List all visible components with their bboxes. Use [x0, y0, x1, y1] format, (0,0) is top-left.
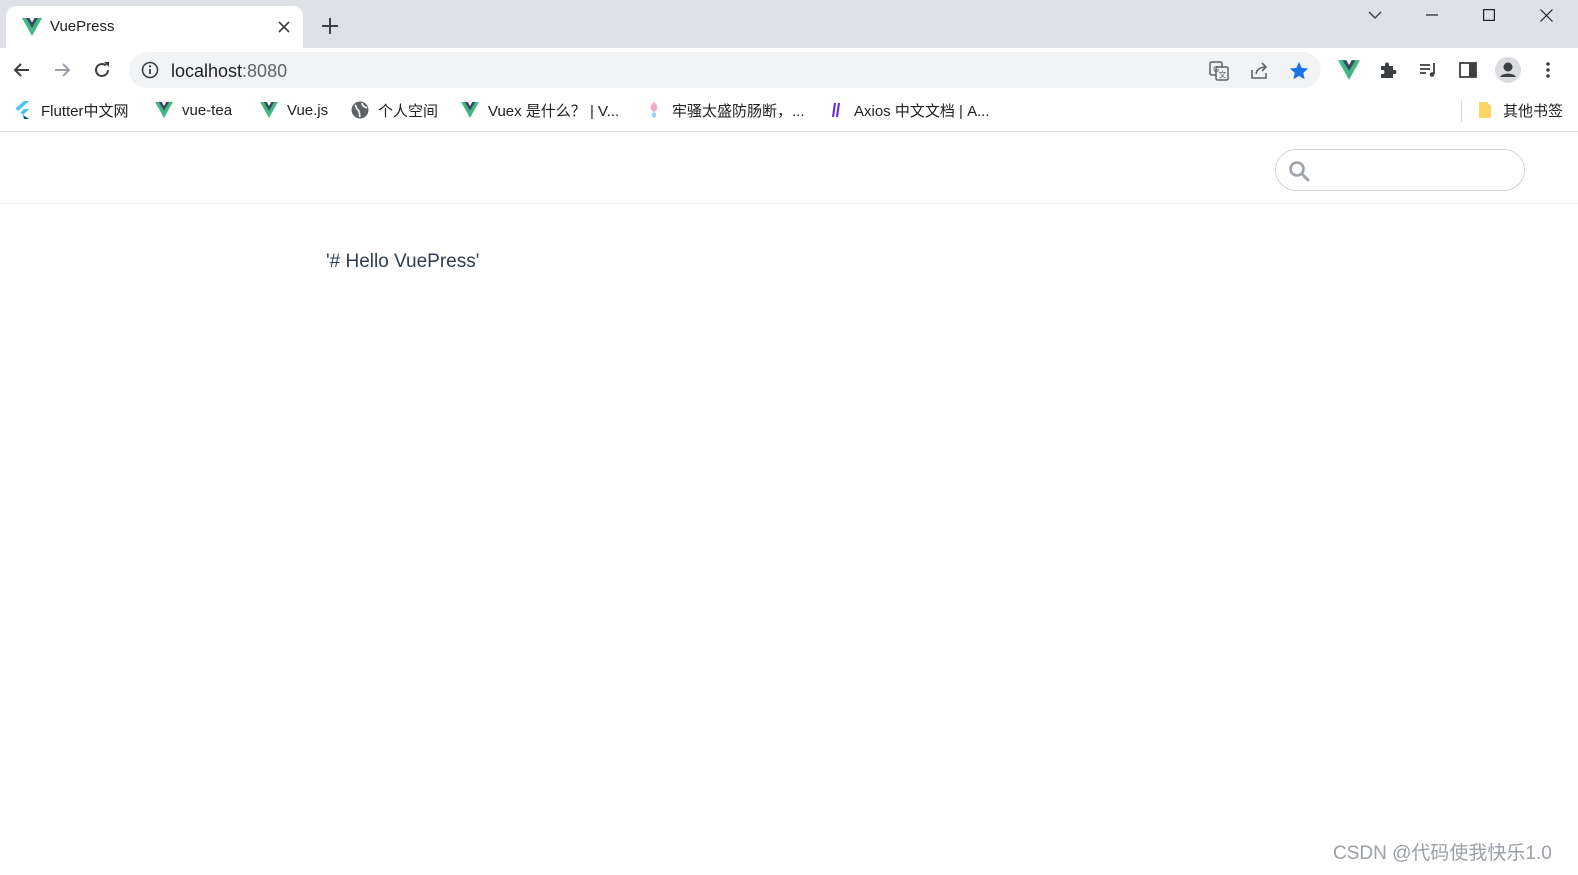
more-menu-icon[interactable]: [1536, 58, 1560, 82]
profile-avatar-icon[interactable]: [1494, 56, 1522, 84]
bookmark-blog[interactable]: 牢骚太盛防肠断，...: [645, 92, 805, 128]
close-window-button[interactable]: [1523, 2, 1569, 28]
search-icon: [1288, 160, 1310, 182]
bookmark-vue-tea[interactable]: vue-tea: [155, 92, 232, 128]
reading-list-icon[interactable]: [1416, 58, 1440, 82]
extensions-icon[interactable]: [1376, 58, 1400, 82]
other-bookmarks[interactable]: 其他书签: [1476, 92, 1563, 128]
new-tab-button[interactable]: [318, 14, 342, 38]
browser-toolbar: localhost:8080 G文: [0, 48, 1578, 92]
bookmark-personal-space[interactable]: 个人空间: [351, 92, 438, 128]
axios-icon: [827, 101, 845, 119]
bookmarks-bar: Flutter中文网 vue-tea Vue.js 个人空间 Vuex 是什么？…: [0, 92, 1578, 132]
folder-icon: [1476, 101, 1494, 119]
back-button[interactable]: [8, 56, 36, 84]
side-panel-icon[interactable]: [1456, 58, 1480, 82]
vue-icon: [22, 18, 42, 36]
bookmark-label: Axios 中文文档 | A...: [854, 102, 990, 120]
search-box[interactable]: [1275, 149, 1525, 191]
share-icon[interactable]: [1247, 59, 1271, 83]
tab-title: VuePress: [50, 18, 115, 35]
close-icon[interactable]: [274, 17, 294, 37]
watermark: CSDN @代码使我快乐1.0: [1333, 843, 1552, 864]
address-bar[interactable]: localhost:8080 G文: [129, 52, 1321, 88]
bookmark-label: 牢骚太盛防肠断，...: [672, 102, 805, 120]
vue-icon: [260, 101, 278, 119]
search-input[interactable]: [1320, 158, 1516, 182]
info-icon[interactable]: [141, 61, 159, 79]
tab-strip: VuePress: [0, 0, 1578, 48]
bookmark-star-icon[interactable]: [1287, 59, 1311, 83]
url-text[interactable]: localhost:8080: [171, 61, 287, 82]
forward-button[interactable]: [48, 56, 76, 84]
vuepress-navbar: [0, 133, 1578, 204]
active-tab[interactable]: VuePress: [6, 6, 303, 48]
bookmark-vuejs[interactable]: Vue.js: [260, 92, 328, 128]
page-content-text: '# Hello VuePress': [326, 251, 480, 272]
feather-icon: [645, 101, 663, 119]
bookmark-label: Vuex 是什么？ | V...: [488, 102, 620, 120]
bookmark-flutter[interactable]: Flutter中文网: [14, 92, 129, 128]
bookmark-label: Vue.js: [287, 101, 329, 119]
vue-icon: [461, 101, 479, 119]
bookmark-axios[interactable]: Axios 中文文档 | A...: [827, 92, 990, 128]
bookmarks-separator: [1461, 100, 1462, 122]
reload-button[interactable]: [88, 56, 116, 84]
bookmark-vuex[interactable]: Vuex 是什么？ | V...: [461, 92, 619, 128]
bookmark-label: vue-tea: [182, 101, 233, 119]
vue-devtools-icon[interactable]: [1337, 58, 1361, 82]
bookmark-label: Flutter中文网: [41, 102, 129, 120]
flutter-icon: [14, 101, 32, 119]
url-port: :8080: [242, 61, 288, 81]
url-host: localhost: [171, 61, 243, 81]
translate-icon[interactable]: G文: [1207, 59, 1231, 83]
globe-icon: [351, 101, 369, 119]
maximize-button[interactable]: [1466, 2, 1512, 28]
bookmark-label: 其他书签: [1503, 102, 1564, 120]
tab-search-chevron-icon[interactable]: [1352, 2, 1398, 28]
vue-icon: [155, 101, 173, 119]
bookmark-label: 个人空间: [378, 102, 439, 120]
svg-text:文: 文: [1219, 70, 1227, 80]
minimize-button[interactable]: [1409, 2, 1455, 28]
